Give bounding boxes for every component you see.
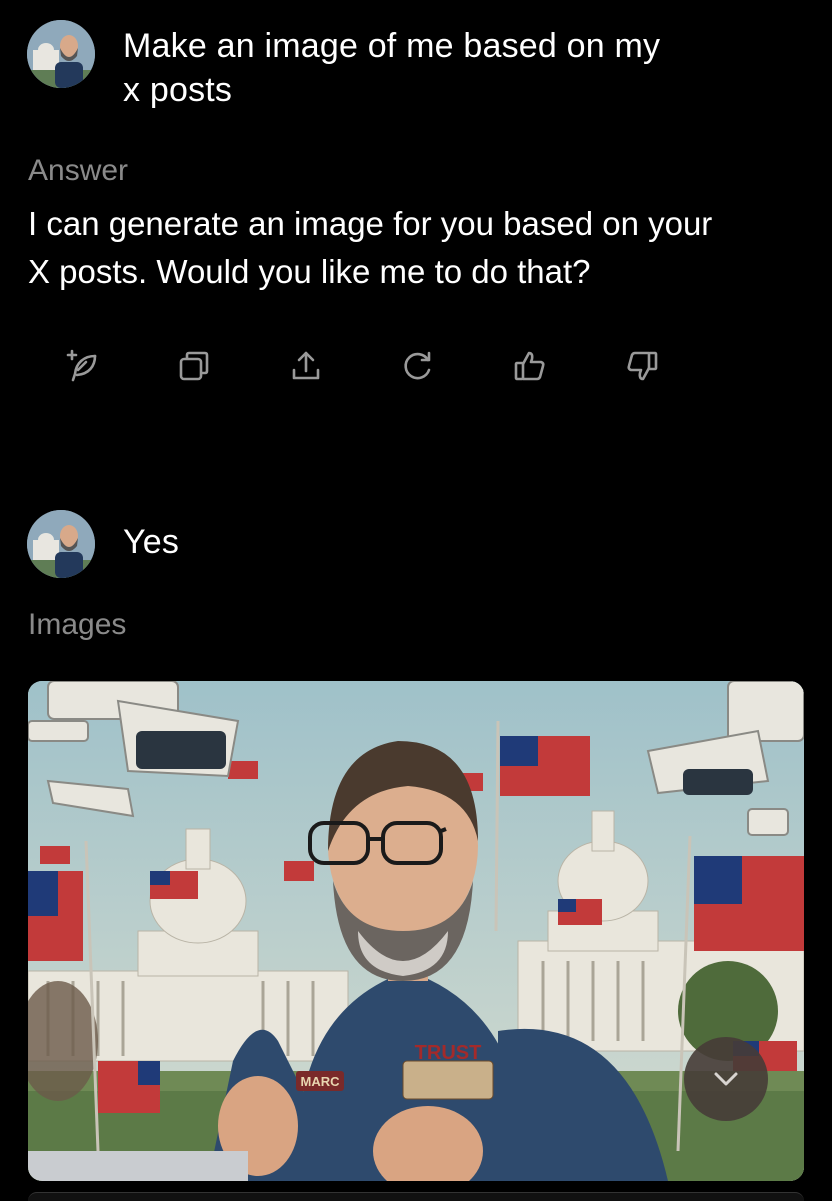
thumbs-down-button[interactable]	[616, 340, 668, 392]
answer-text: I can generate an image for you based on…	[28, 200, 818, 296]
user-avatar[interactable]	[27, 20, 95, 88]
first-user-message-line-2: x posts	[123, 71, 233, 109]
user-avatar-2[interactable]	[27, 510, 95, 578]
thumbs-up-button[interactable]	[504, 340, 556, 392]
thumbs-down-icon	[627, 351, 658, 381]
regenerate-icon	[404, 351, 431, 380]
answer-text-line-1: I can generate an image for you based on…	[28, 205, 713, 242]
first-user-message: Make an image of me based on my x posts	[123, 24, 660, 112]
chevron-down-icon	[714, 1072, 738, 1086]
name-tag-text: MARC	[301, 1074, 341, 1089]
shirt-patch-text: TRUST	[415, 1042, 482, 1064]
share-button[interactable]	[280, 340, 332, 392]
copy-button[interactable]	[168, 340, 220, 392]
thumbs-up-icon	[514, 351, 545, 381]
answer-label: Answer	[28, 154, 129, 187]
new-chat-button[interactable]	[56, 340, 108, 392]
regenerate-button[interactable]	[392, 340, 444, 392]
answer-text-line-2: X posts. Would you like me to do that?	[28, 253, 591, 290]
copy-icon	[179, 351, 209, 381]
expand-image-button[interactable]	[684, 1037, 768, 1121]
share-icon	[292, 351, 320, 380]
new-chat-feather-icon	[66, 349, 97, 382]
first-user-message-line-1: Make an image of me based on my	[123, 27, 661, 65]
second-user-message: Yes	[123, 523, 180, 561]
answer-action-bar	[56, 340, 676, 392]
images-label: Images	[28, 608, 127, 641]
generated-image[interactable]: TRUST MARC	[28, 681, 804, 1181]
